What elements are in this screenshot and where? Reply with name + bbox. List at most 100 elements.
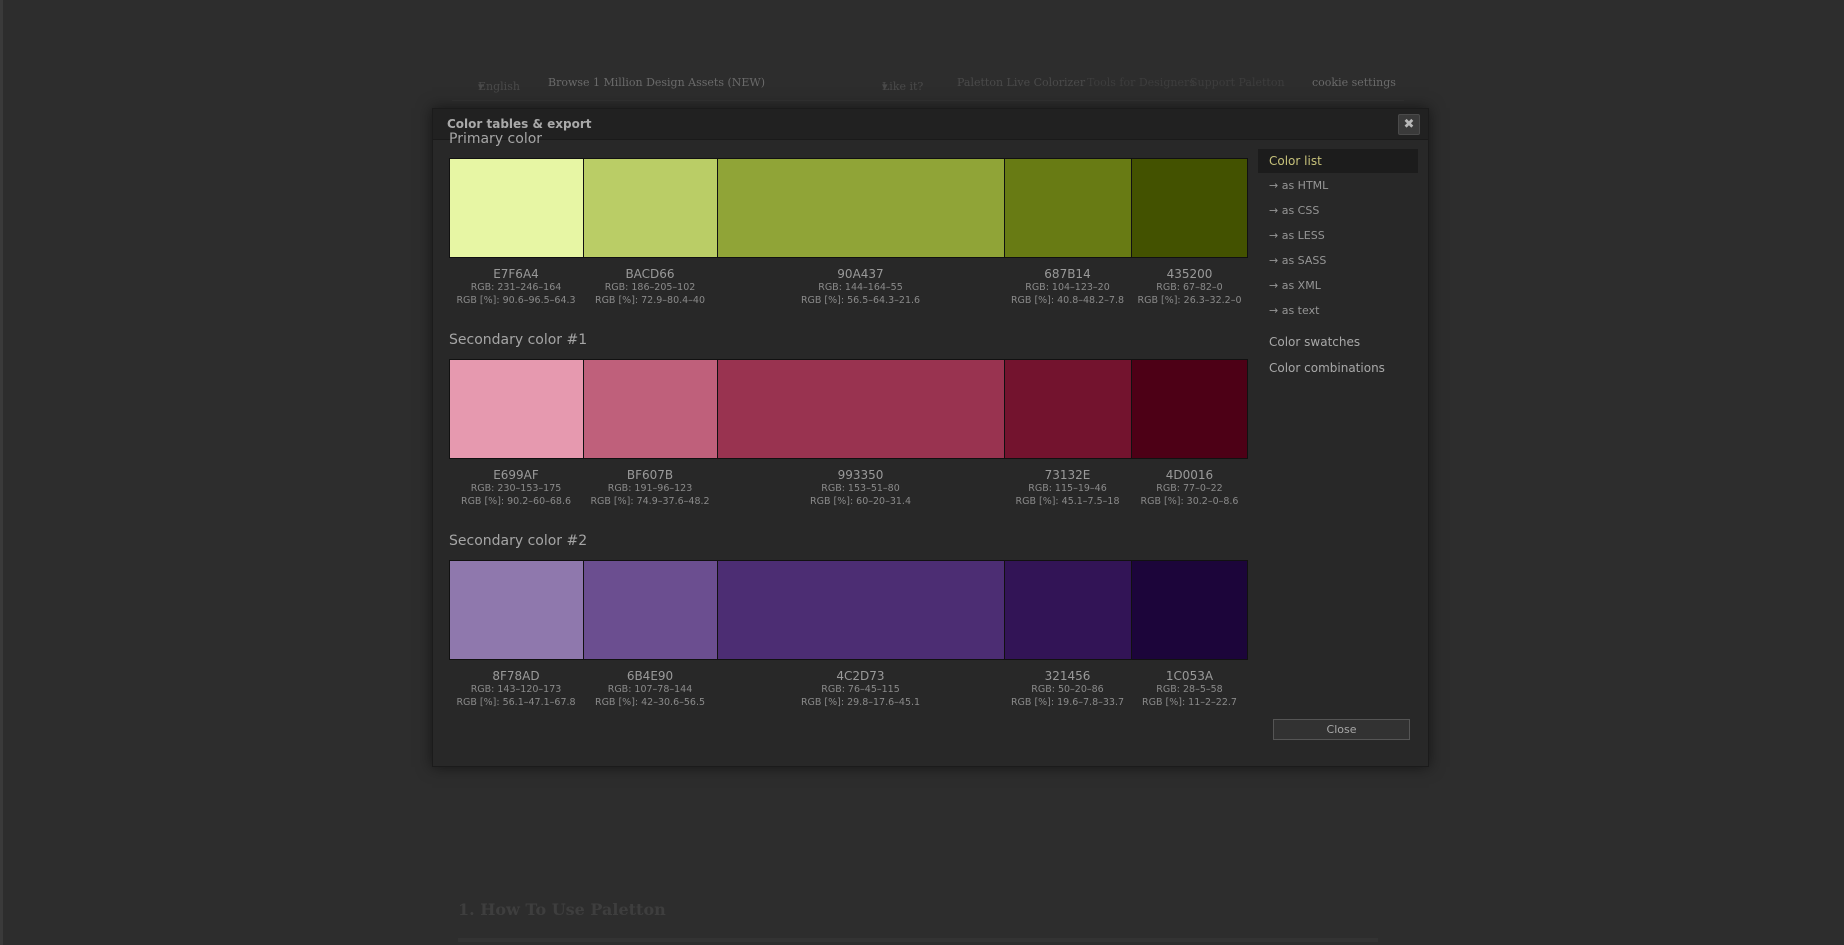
swatch-row xyxy=(449,560,1248,660)
color-swatch[interactable] xyxy=(1004,560,1132,660)
color-hex-label: 73132E xyxy=(1044,468,1091,482)
color-info: E7F6A4 RGB: 231–246–164 RGB [%]: 90.6–96.5… xyxy=(449,267,583,307)
color-rgb-percent-label: RGB [%]: 45.1–7.5–18 xyxy=(1015,496,1120,507)
color-rgb-label: RGB: 186–205–102 xyxy=(604,282,696,293)
color-hex-label: 321456 xyxy=(1044,669,1091,683)
color-rgb-percent-label: RGB [%]: 56.1–47.1–67.8 xyxy=(456,697,576,708)
section-title: Primary color xyxy=(449,131,543,147)
color-rgb-percent-label: RGB [%]: 60–20–31.4 xyxy=(810,496,911,507)
color-rgb-label: RGB: 153–51–80 xyxy=(821,483,900,494)
sidebar-item-as-css[interactable]: → as CSS xyxy=(1258,199,1418,223)
color-hex-label: 993350 xyxy=(837,468,884,482)
color-rgb-label: RGB: 143–120–173 xyxy=(470,684,562,695)
color-rgb-label: RGB: 144–164–55 xyxy=(818,282,903,293)
color-swatch[interactable] xyxy=(1004,158,1132,258)
color-swatch[interactable] xyxy=(449,359,584,459)
color-hex-label: E7F6A4 xyxy=(493,267,539,281)
color-info: 993350 RGB: 153–51–80 RGB [%]: 60–20–31.4 xyxy=(717,468,1004,508)
color-swatch[interactable] xyxy=(583,560,718,660)
background-nav: English ▾ Browse 1 Million Design Assets… xyxy=(452,72,1404,94)
color-hex-label: 8F78AD xyxy=(492,669,540,683)
color-hex-label: E699AF xyxy=(493,468,539,482)
sidebar-item-as-text[interactable]: → as text xyxy=(1258,299,1418,323)
live-colorizer-link[interactable]: Paletton Live Colorizer xyxy=(957,76,1085,89)
color-rgb-label: RGB: 191–96–123 xyxy=(607,483,693,494)
background-text xyxy=(458,938,1378,942)
language-label: English xyxy=(478,80,520,93)
sidebar-item-as-less[interactable]: → as LESS xyxy=(1258,224,1418,248)
color-info: 4D0016 RGB: 77–0–22 RGB [%]: 30.2–0–8.6 xyxy=(1131,468,1248,508)
color-rgb-percent-label: RGB [%]: 30.2–0–8.6 xyxy=(1140,496,1239,507)
color-rgb-percent-label: RGB [%]: 42–30.6–56.5 xyxy=(594,697,706,708)
color-swatch[interactable] xyxy=(583,158,718,258)
cookie-settings-link[interactable]: cookie settings xyxy=(1312,76,1396,89)
section-title: Secondary color #2 xyxy=(449,533,588,549)
color-swatch[interactable] xyxy=(1131,359,1248,459)
color-rgb-percent-label: RGB [%]: 56.5–64.3–21.6 xyxy=(800,295,921,306)
color-info: 73132E RGB: 115–19–46 RGB [%]: 45.1–7.5–18 xyxy=(1004,468,1131,508)
sidebar-item-color-list[interactable]: Color list xyxy=(1258,149,1418,173)
color-rgb-percent-label: RGB [%]: 19.6–7.8–33.7 xyxy=(1010,697,1125,708)
color-info: 435200 RGB: 67–82–0 RGB [%]: 26.3–32.2–0 xyxy=(1131,267,1248,307)
support-link[interactable]: Support Paletton xyxy=(1190,76,1285,89)
swatch-info-row: 8F78AD RGB: 143–120–173 RGB [%]: 56.1–47.1… xyxy=(449,669,1248,717)
color-swatch[interactable] xyxy=(1004,359,1132,459)
color-info: BACD66 RGB: 186–205–102 RGB [%]: 72.9–80.4… xyxy=(583,267,717,307)
sidebar-item-as-html[interactable]: → as HTML xyxy=(1258,174,1418,198)
color-rgb-label: RGB: 77–0–22 xyxy=(1156,483,1223,494)
color-info: 8F78AD RGB: 143–120–173 RGB [%]: 56.1–47.1… xyxy=(449,669,583,709)
color-swatch[interactable] xyxy=(717,359,1005,459)
color-rgb-percent-label: RGB [%]: 29.8–17.6–45.1 xyxy=(800,697,921,708)
color-swatch[interactable] xyxy=(1131,158,1248,258)
color-rgb-label: RGB: 104–123–20 xyxy=(1025,282,1110,293)
close-icon[interactable]: ✖ xyxy=(1398,114,1420,135)
color-swatch[interactable] xyxy=(583,359,718,459)
color-swatch[interactable] xyxy=(1131,560,1248,660)
color-hex-label: 90A437 xyxy=(837,267,884,281)
sidebar-item-color-swatches[interactable]: Color swatches xyxy=(1258,330,1418,354)
color-swatch[interactable] xyxy=(449,158,584,258)
sidebar-item-as-xml[interactable]: → as XML xyxy=(1258,274,1418,298)
chevron-down-icon: ▾ xyxy=(478,80,484,93)
color-rgb-percent-label: RGB [%]: 26.3–32.2–0 xyxy=(1137,295,1242,306)
color-hex-label: 6B4E90 xyxy=(626,669,674,683)
color-swatch[interactable] xyxy=(717,560,1005,660)
color-info: 4C2D73 RGB: 76–45–115 RGB [%]: 29.8–17.6–4… xyxy=(717,669,1004,709)
color-info: 1C053A RGB: 28–5–58 RGB [%]: 11–2–22.7 xyxy=(1131,669,1248,709)
like-label: Like it? xyxy=(882,80,924,93)
sidebar-item-color-combinations[interactable]: Color combinations xyxy=(1258,356,1418,380)
color-rgb-label: RGB: 231–246–164 xyxy=(470,282,562,293)
color-rgb-label: RGB: 76–45–115 xyxy=(821,684,900,695)
color-hex-label: 1C053A xyxy=(1165,669,1214,683)
background-divider xyxy=(452,100,1404,101)
color-rgb-label: RGB: 67–82–0 xyxy=(1156,282,1223,293)
color-info: BF607B RGB: 191–96–123 RGB [%]: 74.9–37.6–… xyxy=(583,468,717,508)
color-rgb-percent-label: RGB [%]: 90.2–60–68.6 xyxy=(460,496,572,507)
color-swatch[interactable] xyxy=(717,158,1005,258)
color-rgb-percent-label: RGB [%]: 72.9–80.4–40 xyxy=(594,295,706,306)
color-rgb-label: RGB: 230–153–175 xyxy=(470,483,562,494)
color-rgb-percent-label: RGB [%]: 40.8–48.2–7.8 xyxy=(1010,295,1125,306)
color-hex-label: BACD66 xyxy=(625,267,675,281)
sidebar-item-as-sass[interactable]: → as SASS xyxy=(1258,249,1418,273)
color-hex-label: 4C2D73 xyxy=(836,669,885,683)
color-hex-label: BF607B xyxy=(626,468,674,482)
color-rgb-label: RGB: 28–5–58 xyxy=(1156,684,1223,695)
color-hex-label: 435200 xyxy=(1166,267,1213,281)
chevron-down-icon: ▾ xyxy=(882,80,888,93)
color-tables-modal: Color tables & export ✖ Primary color E7F… xyxy=(432,108,1429,767)
color-hex-label: 4D0016 xyxy=(1165,468,1214,482)
swatch-row xyxy=(449,359,1248,459)
color-rgb-percent-label: RGB [%]: 74.9–37.6–48.2 xyxy=(590,496,710,507)
browse-assets-link[interactable]: Browse 1 Million Design Assets (NEW) xyxy=(548,76,765,89)
color-info: 687B14 RGB: 104–123–20 RGB [%]: 40.8–48.2–… xyxy=(1004,267,1131,307)
section-title: Secondary color #1 xyxy=(449,332,588,348)
color-rgb-percent-label: RGB [%]: 90.6–96.5–64.3 xyxy=(456,295,576,306)
background-heading: 1. How To Use Paletton xyxy=(458,900,666,919)
color-swatch[interactable] xyxy=(449,560,584,660)
color-info: 90A437 RGB: 144–164–55 RGB [%]: 56.5–64.3–… xyxy=(717,267,1004,307)
color-info: 321456 RGB: 50–20–86 RGB [%]: 19.6–7.8–33.… xyxy=(1004,669,1131,709)
tools-link[interactable]: Tools for Designers xyxy=(1087,76,1195,89)
close-button[interactable]: Close xyxy=(1273,719,1410,740)
page-edge xyxy=(0,0,3,945)
